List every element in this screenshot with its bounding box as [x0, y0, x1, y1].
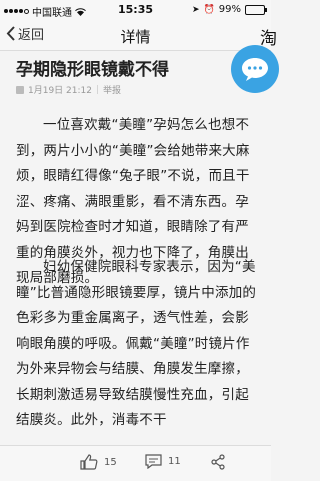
share-button[interactable]: [210, 454, 226, 470]
nav-bar: 返回 详情 淘: [0, 20, 277, 51]
status-bar: 中国联通 15:35 ➤ ⏰ 99%: [0, 0, 271, 20]
comment-icon: [145, 454, 162, 469]
chat-button[interactable]: [231, 45, 279, 93]
status-right: ➤ ⏰ 99%: [192, 4, 267, 15]
article-paragraph-2: 妇幼保健院眼科专家表示，因为“美瞳”比普通隐形眼镜要厚，镜片中添加的色彩多为重金…: [16, 255, 262, 434]
comment-button[interactable]: 11: [145, 454, 181, 469]
bottom-toolbar: 15 11: [0, 445, 271, 481]
page-title: 详情: [120, 28, 151, 46]
article-title: 孕期隐形眼镜戴不得: [16, 60, 169, 80]
paragraph-2-text: 妇幼保健院眼科专家表示，因为“美瞳”比普通隐形眼镜要厚，镜片中添加的色彩多为重金…: [16, 259, 257, 428]
alarm-icon: ⏰: [203, 4, 215, 15]
chat-bubble-icon: [242, 58, 268, 81]
calendar-icon: [16, 85, 24, 94]
battery-percent: 99%: [218, 4, 241, 15]
article-date: 1月19日 21:12: [28, 86, 92, 96]
report-link[interactable]: 举报: [103, 83, 121, 96]
location-icon: ➤: [192, 4, 200, 15]
thumbs-up-icon: [80, 454, 98, 470]
article-meta: 1月19日 21:12 | 举报: [16, 83, 121, 96]
share-icon: [211, 454, 225, 470]
divider: |: [95, 84, 100, 95]
battery-icon: [245, 4, 267, 15]
like-button[interactable]: 15: [80, 454, 117, 470]
like-count: 15: [104, 456, 117, 468]
comment-count: 11: [168, 456, 181, 467]
